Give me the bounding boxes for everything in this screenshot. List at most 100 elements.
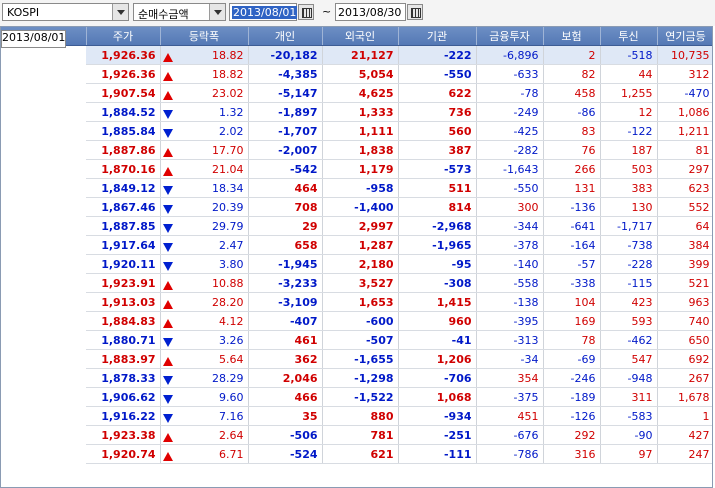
change-value: 18.34: [212, 181, 244, 195]
calendar-icon[interactable]: [298, 4, 314, 20]
change-value: 3.80: [219, 257, 244, 271]
ins-cell: -69: [543, 349, 601, 369]
indiv-cell: -542: [248, 159, 323, 179]
down-triangle-icon: [162, 242, 173, 252]
foreign-cell: 1,179: [322, 159, 399, 179]
table-row[interactable]: 2013/08/161,920.113.80-1,9452,180-95-140…: [1, 30, 712, 274]
table-row[interactable]: 2013/08/081,883.975.64362-1,6551,206-34-…: [1, 30, 712, 369]
table-row[interactable]: 2013/08/121,884.834.12-407-600960-395169…: [1, 30, 712, 331]
table-row[interactable]: 2013/08/201,887.8529.79292,997-2,968-344…: [1, 30, 712, 236]
table-row[interactable]: 2013/08/271,885.842.02-1,7071,111560-425…: [1, 30, 712, 141]
calendar-icon[interactable]: [407, 4, 423, 20]
price-cell: 1,887.86: [86, 140, 161, 160]
foreign-cell: 1,333: [322, 102, 399, 122]
down-triangle-icon: [162, 261, 173, 271]
table-row[interactable]: 2013/08/021,923.382.64-506781-251-676292…: [1, 30, 712, 445]
foreign-cell: 2,180: [322, 254, 399, 274]
change-value: 1.32: [219, 105, 244, 119]
ins-cell: 292: [543, 425, 601, 445]
change-cell: 29.79: [160, 216, 249, 236]
price-cell: 1,926.36: [86, 64, 161, 84]
metric-select[interactable]: 순매수금액: [133, 3, 226, 21]
pension-cell: 427: [657, 425, 712, 445]
change-cell: 2.02: [160, 121, 249, 141]
table-row[interactable]: 2013/08/291,907.5423.02-5,1474,625622-78…: [1, 30, 712, 103]
table-row[interactable]: 2013/08/281,884.521.32-1,8971,333736-249…: [1, 30, 712, 122]
foreign-cell: 4,625: [322, 83, 399, 103]
ins-cell: 78: [543, 330, 601, 350]
table-row[interactable]: 2013/08/091,880.713.26461-507-41-31378-4…: [1, 30, 712, 350]
change-value: 2.64: [219, 428, 244, 442]
change-cell: 17.70: [160, 140, 249, 160]
column-header[interactable]: 투신: [600, 27, 658, 46]
total-row[interactable]: 기간합계1,926.3618.82-20,18221,127-222-6,896…: [1, 30, 712, 65]
foreign-cell: 781: [322, 425, 399, 445]
indiv-cell: -407: [248, 311, 323, 331]
pension-cell: 650: [657, 330, 712, 350]
foreign-cell: 1,653: [322, 292, 399, 312]
table-row[interactable]: 2013/08/221,849.1218.34464-958511-550131…: [1, 30, 712, 198]
column-header[interactable]: 개인: [248, 27, 323, 46]
fin-cell: -6,896: [476, 45, 544, 65]
trust-cell: 547: [600, 349, 658, 369]
change-cell: 7.16: [160, 406, 249, 426]
fin-cell: -375: [476, 387, 544, 407]
table-row[interactable]: 2013/08/061,906.629.60466-1,5221,068-375…: [1, 30, 712, 407]
change-cell: 6.71: [160, 444, 249, 464]
pension-cell: 963: [657, 292, 712, 312]
pension-cell: 552: [657, 197, 712, 217]
table-row[interactable]: 2013/08/131,913.0328.20-3,1091,6531,415-…: [1, 30, 712, 312]
change-cell: 28.20: [160, 292, 249, 312]
indiv-cell: 35: [248, 406, 323, 426]
table-row[interactable]: 2013/08/211,867.4620.39708-1,400814300-1…: [1, 30, 712, 217]
chevron-down-icon[interactable]: [112, 4, 128, 20]
column-header[interactable]: 주가: [86, 27, 161, 46]
indiv-cell: -3,109: [248, 292, 323, 312]
price-cell: 1,880.71: [86, 330, 161, 350]
fin-cell: -550: [476, 178, 544, 198]
change-value: 20.39: [212, 200, 244, 214]
indiv-cell: 461: [248, 330, 323, 350]
table-row[interactable]: 2013/08/01 1,920.74 6.71 -524 621 -111 -786 316…: [1, 30, 712, 464]
column-header[interactable]: 보험: [543, 27, 601, 46]
indiv-cell: -1,945: [248, 254, 323, 274]
up-triangle-icon: [162, 299, 173, 309]
table-row[interactable]: 2013/08/261,887.8617.70-2,0071,838387-28…: [1, 30, 712, 160]
column-header[interactable]: 등락폭: [160, 27, 249, 46]
table-row[interactable]: 2013/08/141,923.9110.88-3,2333,527-308-5…: [1, 30, 712, 293]
table-row[interactable]: 2013/08/071,878.3328.292,046-1,298-70635…: [1, 30, 712, 388]
ins-cell: 2: [543, 45, 601, 65]
trust-cell: -948: [600, 368, 658, 388]
trust-cell: 97: [600, 444, 658, 464]
column-header[interactable]: 연기금등: [657, 27, 712, 46]
trust-cell: 44: [600, 64, 658, 84]
trust-cell: 503: [600, 159, 658, 179]
column-header[interactable]: 기관: [398, 27, 477, 46]
price-cell: 1,887.85: [86, 216, 161, 236]
inst-cell: 1,068: [398, 387, 477, 407]
pension-cell: 1,086: [657, 102, 712, 122]
chevron-down-icon[interactable]: [209, 4, 225, 20]
change-cell: 10.88: [160, 273, 249, 293]
investor-trading-grid[interactable]: 일자 주가 등락폭 개인 외국인 기관 금융투자 보험 투신 연기금등 기간합계…: [0, 26, 713, 488]
down-triangle-icon: [162, 204, 173, 214]
inst-cell: -308: [398, 273, 477, 293]
ins-cell: 83: [543, 121, 601, 141]
indiv-cell: -3,233: [248, 273, 323, 293]
column-header[interactable]: 외국인: [322, 27, 399, 46]
ins-cell: 76: [543, 140, 601, 160]
table-row[interactable]: 2013/08/231,870.1621.04-5421,179-573-1,6…: [1, 30, 712, 179]
foreign-cell: 1,111: [322, 121, 399, 141]
column-header[interactable]: 금융투자: [476, 27, 544, 46]
start-date-input[interactable]: 2013/08/01: [229, 3, 298, 21]
table-row[interactable]: 2013/08/051,916.227.1635880-934451-126-5…: [1, 30, 712, 426]
indiv-cell: -5,147: [248, 83, 323, 103]
market-select[interactable]: KOSPI: [2, 3, 129, 21]
foreign-cell: 3,527: [322, 273, 399, 293]
table-row[interactable]: 2013/08/191,917.642.476581,287-1,965-378…: [1, 30, 712, 255]
table-row[interactable]: 2013/08/301,926.3618.82-4,3855,054-550-6…: [1, 30, 712, 84]
change-cell: 18.34: [160, 178, 249, 198]
foreign-cell: -1,400: [322, 197, 399, 217]
inst-cell: -934: [398, 406, 477, 426]
end-date-input[interactable]: 2013/08/30: [335, 3, 406, 21]
